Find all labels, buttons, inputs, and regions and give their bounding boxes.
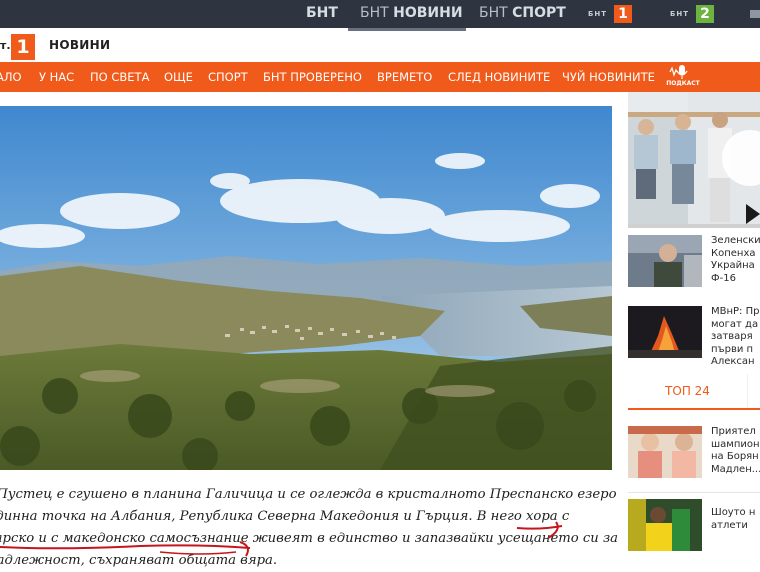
bnt-sport-label: СПОРТ [512,5,566,21]
divider [628,492,760,493]
news-thumbnail [628,235,702,287]
news-title[interactable]: МВнР: Пр могат да затваря първи п Алекса… [711,306,760,369]
bnt2-logo-prefix: БНТ [670,10,689,18]
top24-tabs: ТОП 24 [628,374,760,410]
bnt1-logo-prefix: БНТ [588,10,607,18]
nav-item-listen-news[interactable]: ЧУЙ НОВИНИТЕ [562,62,655,92]
video-thumbnail[interactable] [628,92,760,228]
news-thumbnail [628,306,702,358]
bnt1-logo[interactable]: 1 [11,34,35,60]
bnt-sport-link[interactable]: БНТ СПОРТ [479,0,566,28]
bnt-news-link[interactable]: БНТ НОВИНИ [360,0,463,28]
podcast-button[interactable]: ПОДКАСТ [666,64,700,90]
article-line-2: хдинна точка на Албания, Република Север… [0,509,570,524]
sidebar-news-item[interactable]: МВнР: Пр могат да затваря първи п Алекса… [628,306,760,367]
video-progress-track[interactable] [628,224,760,228]
nav-item-more[interactable]: ОЩЕ [164,62,193,92]
article-body: . Пустец е сгушено в планина Галичица и … [0,484,619,572]
brand-bar: т. 1 НОВИНИ [0,31,760,61]
bnt2-logo-number: 2 [696,5,714,23]
sidebar-top-item[interactable]: Шоуто н атлети [628,499,760,555]
nav-item-fact-check[interactable]: БНТ ПРОВЕРЕНО [263,62,362,92]
article-line-4: надлежност, съхраняват общата вяра. [0,553,278,568]
nav-item-sport[interactable]: СПОРТ [208,62,248,92]
sidebar-news-item[interactable]: Зеленски Копенха Украйна Ф-16 [628,235,760,291]
news-thumbnail [628,499,702,551]
logo-prefix: т. [0,39,11,52]
bnt-news-label: НОВИНИ [393,5,463,21]
article-line-3: гарско и с македонско самосъзнание живея… [0,531,619,546]
sidebar-top-item[interactable]: Приятел шампион на Борян Мадлен... [628,426,760,482]
microphone-icon [669,65,688,79]
bnt-sport-prefix: БНТ [479,5,513,21]
bnt-link[interactable]: БНТ [306,0,338,28]
tab-top24[interactable]: ТОП 24 [628,374,748,408]
bnt1-logo-number: 1 [614,5,632,23]
article-photo-prespa-lake [0,106,612,470]
bnt2-channel-logo[interactable]: БНТ 2 [670,5,718,23]
news-title[interactable]: Зеленски Копенха Украйна Ф-16 [711,235,760,285]
active-nav-indicator [111,84,131,99]
nav-item-after-news[interactable]: СЛЕД НОВИНИТЕ [448,62,550,92]
podcast-label: ПОДКАСТ [666,80,700,87]
nav-item-alo[interactable]: АЛО [0,62,22,92]
nav-item-weather[interactable]: ВРЕМЕТО [377,62,432,92]
sidebar: Зеленски Копенха Украйна Ф-16 МВнР: Пр м… [628,92,760,570]
top-network-bar: БНТ БНТ НОВИНИ БНТ СПОРТ БНТ 1 БНТ 2 [0,0,760,28]
news-title[interactable]: Приятел шампион на Борян Мадлен... [711,426,760,476]
section-title[interactable]: НОВИНИ [49,38,110,52]
news-thumbnail [628,426,702,478]
article-line-1: . Пустец е сгушено в планина Галичица и … [0,487,617,502]
bnt-news-prefix: БНТ [360,5,394,21]
news-title[interactable]: Шоуто н атлети [711,507,760,532]
more-channels-logo[interactable] [750,10,760,18]
nav-item-domestic[interactable]: У НАС [39,62,74,92]
bnt1-channel-logo[interactable]: БНТ 1 [588,5,636,23]
